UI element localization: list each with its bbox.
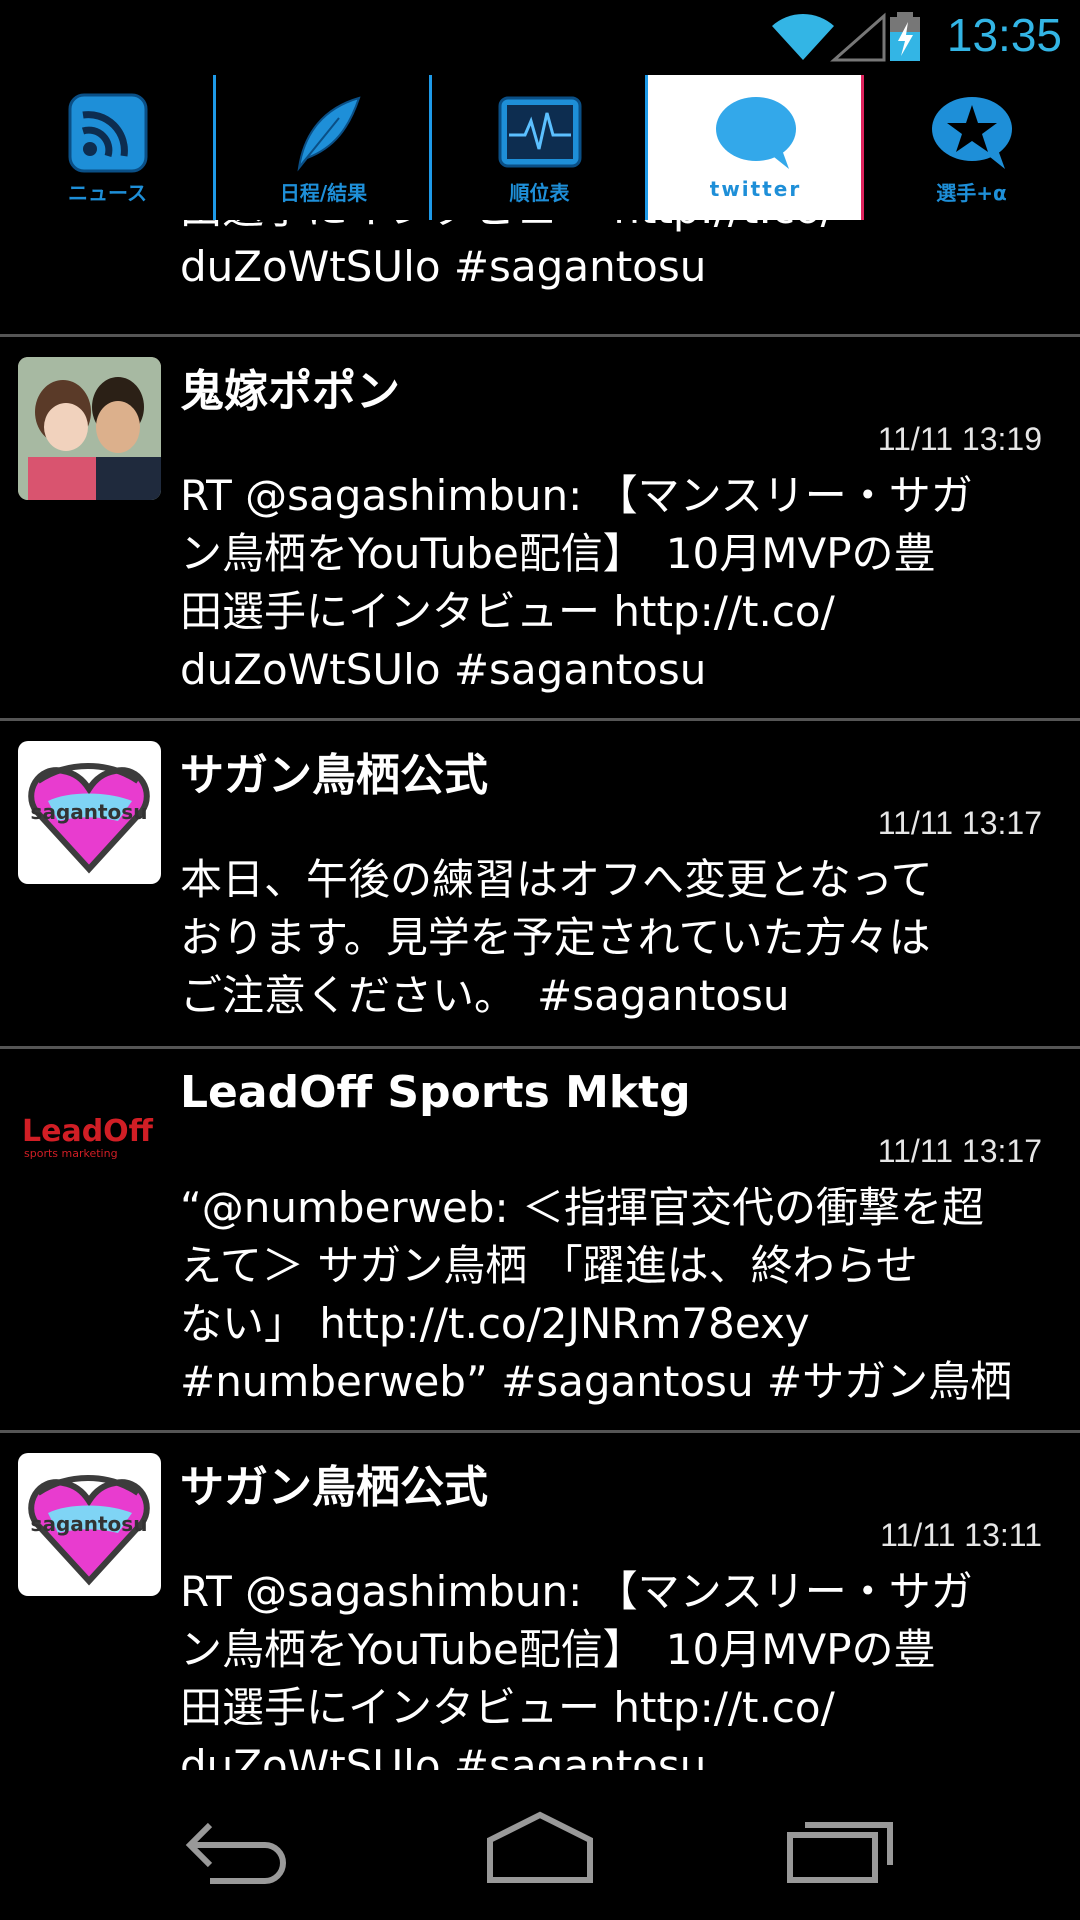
divider — [0, 1046, 1080, 1049]
quill-icon — [296, 96, 361, 172]
tweet-feed[interactable]: 田選手にインタビュー http://t.co/ duZoWtSUlo #saga… — [0, 220, 1080, 1770]
tweet-timestamp: 11/11 13:17 — [877, 1133, 1042, 1169]
tweet-text: 田選手にインタビュー http://t.co/ duZoWtSUlo #saga… — [180, 220, 835, 291]
rss-icon — [68, 93, 147, 173]
battery-charging-icon — [890, 12, 920, 61]
tab-bar: ニュース 日程/結果 順位表 twitter 選手+α — [0, 75, 1080, 220]
tweet-text: RT @sagashimbun: 【マンスリー・サガ ン鳥栖をYouTube配信… — [180, 471, 973, 694]
tab-label: twitter — [709, 177, 802, 201]
sagantosu-logo-avatar[interactable]: sagantosu — [18, 1453, 161, 1596]
speech-bubble-icon — [715, 97, 796, 169]
divider — [0, 718, 1080, 721]
star-bubble-icon — [931, 97, 1012, 169]
svg-text:sagantosu: sagantosu — [31, 800, 148, 824]
tweet-author: サガン鳥栖公式 — [180, 750, 488, 801]
back-icon[interactable] — [170, 1800, 310, 1890]
tweet-text: RT @sagashimbun: 【マンスリー・サガ ン鳥栖をYouTube配信… — [180, 1567, 973, 1770]
tweet-timestamp: 11/11 13:17 — [877, 805, 1042, 841]
tweet-author: サガン鳥栖公式 — [180, 1462, 488, 1513]
tab-twitter[interactable]: twitter — [648, 75, 863, 220]
clock: 13:35 — [946, 9, 1062, 61]
svg-text:sagantosu: sagantosu — [31, 1512, 148, 1536]
divider — [0, 334, 1080, 337]
tab-players[interactable]: 選手+α — [864, 75, 1079, 220]
divider — [0, 1430, 1080, 1433]
home-icon[interactable] — [470, 1800, 610, 1890]
tweet-timestamp: 11/11 13:11 — [880, 1517, 1042, 1553]
tab-label: ニュース — [68, 181, 147, 205]
tab-label: 順位表 — [509, 181, 570, 205]
tweet-author: 鬼嫁ポポン — [180, 366, 400, 417]
leadoff-logo-avatar[interactable]: LeadOff sports marketing — [18, 1069, 161, 1212]
tweet-timestamp: 11/11 13:19 — [877, 421, 1042, 457]
tweet-author: LeadOff Sports Mktg — [180, 1067, 691, 1118]
tab-news[interactable]: ニュース — [0, 75, 215, 220]
status-bar: 13:35 — [0, 0, 1080, 75]
tab-label: 日程/結果 — [279, 181, 368, 205]
pulse-chart-icon — [498, 96, 581, 168]
recent-apps-icon[interactable] — [770, 1800, 910, 1890]
user-photo-avatar[interactable] — [18, 357, 161, 500]
sagantosu-logo-avatar[interactable]: sagantosu — [18, 741, 161, 884]
svg-text:sports marketing: sports marketing — [24, 1147, 118, 1160]
svg-text:LeadOff: LeadOff — [22, 1114, 154, 1149]
navigation-bar — [0, 1770, 1080, 1920]
signal-icon — [830, 12, 886, 62]
tweet-text: 本日、午後の練習はオフへ変更となって おります。見学を予定されていた方々は ご注… — [180, 855, 933, 1020]
wifi-icon — [772, 13, 834, 60]
tab-label: 選手+α — [936, 181, 1007, 205]
tab-schedule[interactable]: 日程/結果 — [216, 75, 431, 220]
tweet-text: “@numberweb: ＜指揮官交代の衝撃を超 えて＞ サガン鳥栖 「躍進は、… — [180, 1183, 1013, 1406]
tab-standings[interactable]: 順位表 — [432, 75, 647, 220]
